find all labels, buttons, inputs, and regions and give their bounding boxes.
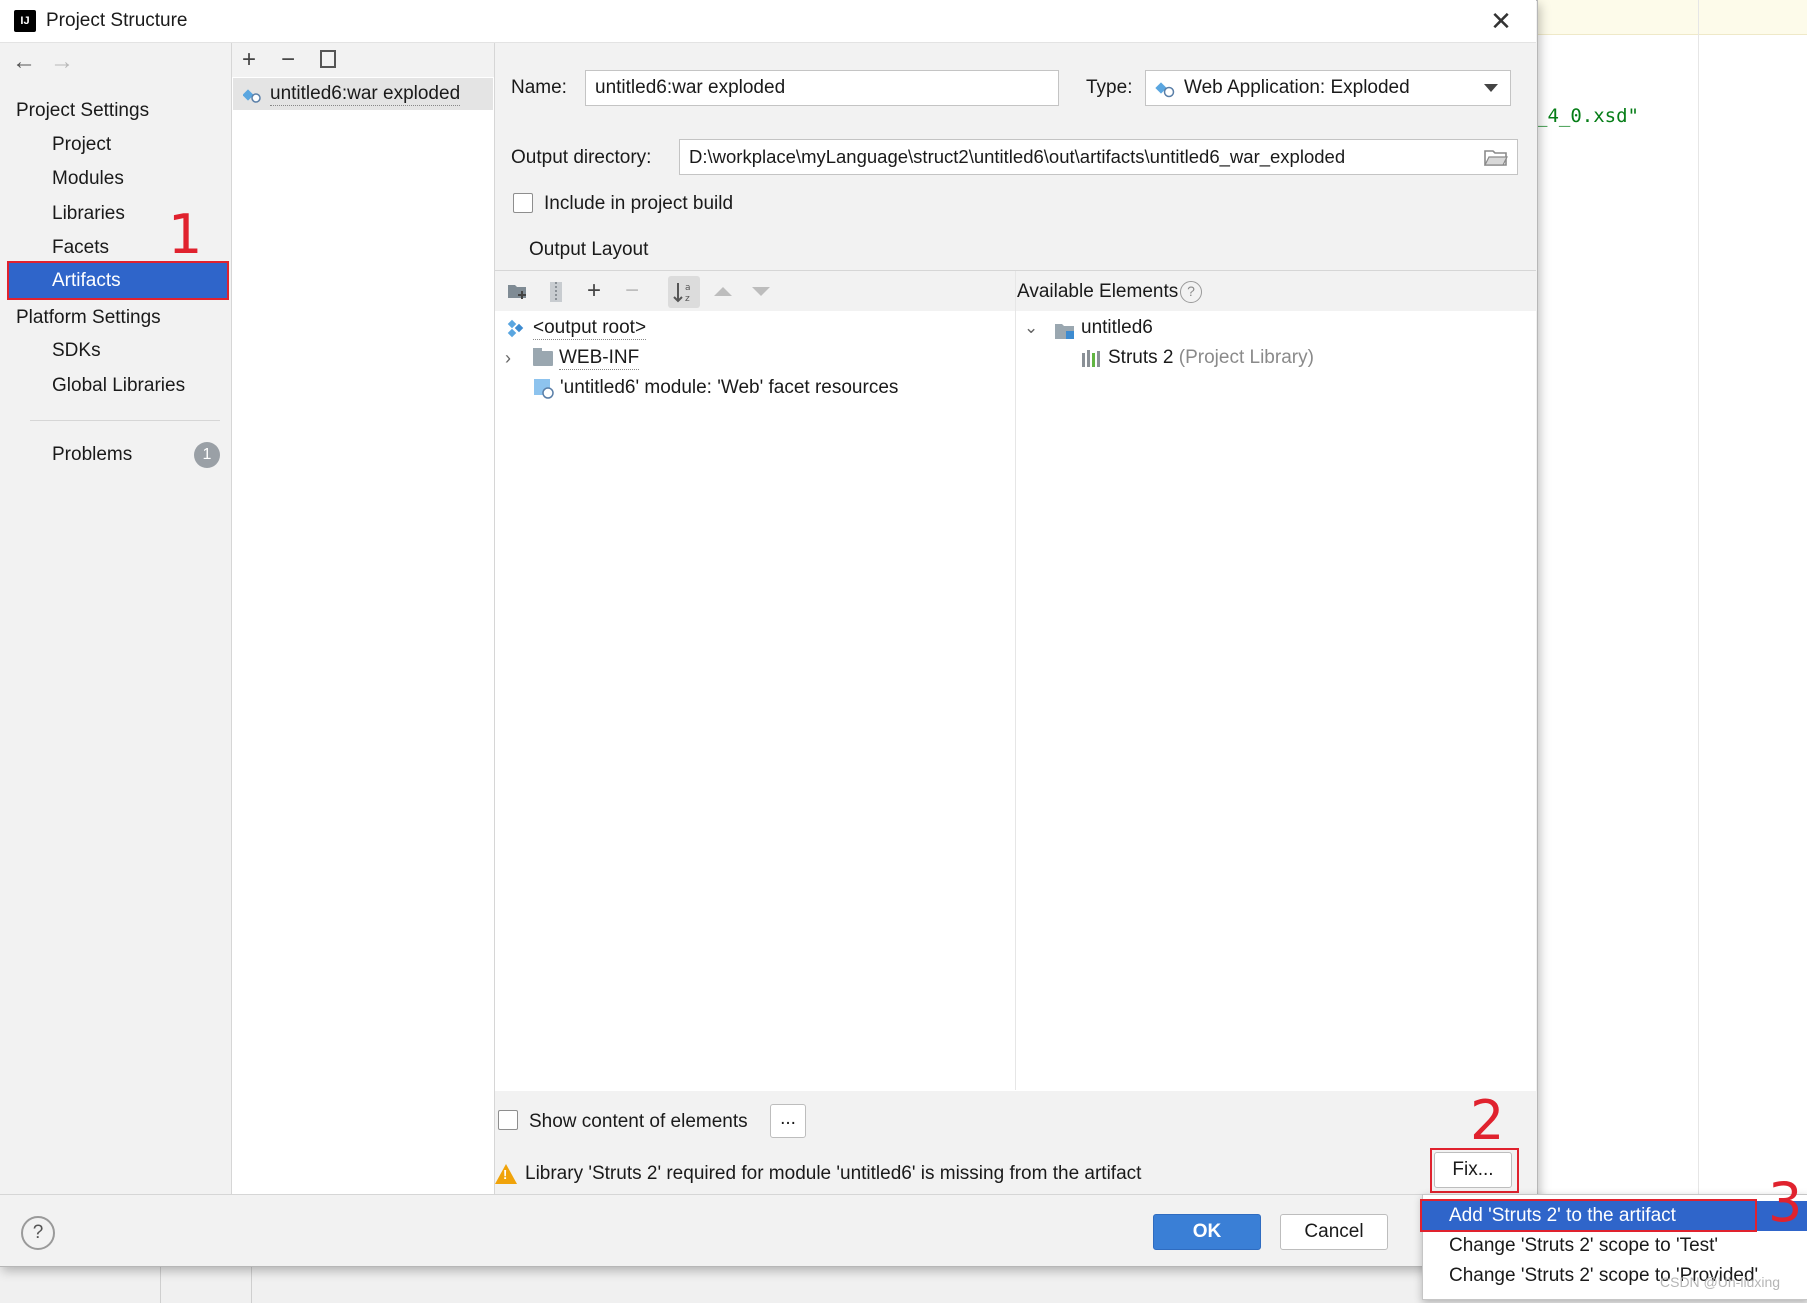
- annotation-number-1: 1: [168, 203, 203, 266]
- nav-divider: [30, 420, 220, 421]
- web-facet-icon: [533, 377, 555, 399]
- copy-icon[interactable]: [320, 50, 336, 68]
- nav-item-modules[interactable]: Modules: [52, 168, 124, 190]
- include-in-build-label: Include in project build: [544, 193, 734, 214]
- menu-item-scope-test[interactable]: Change 'Struts 2' scope to 'Test': [1449, 1235, 1718, 1257]
- platform-settings-header: Platform Settings: [16, 307, 161, 328]
- annotation-box-2: [1430, 1148, 1519, 1193]
- move-down-icon[interactable]: [752, 287, 770, 296]
- forward-arrow-icon[interactable]: →: [50, 48, 74, 75]
- library-suffix: (Project Library): [1178, 347, 1314, 368]
- nav-item-global-libraries[interactable]: Global Libraries: [52, 375, 185, 397]
- tree-item-output-root[interactable]: <output root>: [533, 317, 647, 340]
- output-root-icon: [505, 319, 525, 339]
- watermark: CSDN @Uh-liuxing: [1660, 1274, 1781, 1290]
- tree-item-web-inf[interactable]: WEB-INF: [559, 347, 640, 370]
- output-directory-field[interactable]: D:\workplace\myLanguage\struct2\untitled…: [679, 139, 1518, 175]
- layout-splitter[interactable]: [1015, 271, 1016, 1090]
- title-bar: [0, 0, 1536, 43]
- available-module[interactable]: untitled6: [1081, 317, 1153, 339]
- ok-button[interactable]: OK: [1153, 1214, 1261, 1250]
- nav-item-sdks[interactable]: SDKs: [52, 340, 101, 362]
- chevron-right-icon[interactable]: ›: [505, 348, 511, 369]
- warning-icon: !: [495, 1164, 517, 1184]
- add-icon[interactable]: +: [242, 48, 256, 72]
- intellij-app-icon: IJ: [11, 7, 39, 35]
- include-in-build-checkbox[interactable]: [513, 193, 533, 213]
- help-button[interactable]: ?: [21, 1216, 55, 1250]
- tab-output-layout[interactable]: Output Layout: [529, 239, 648, 261]
- nav-item-project[interactable]: Project: [52, 134, 111, 156]
- type-label: Type:: [1086, 77, 1133, 98]
- war-exploded-icon: [242, 86, 261, 104]
- chevron-down-icon[interactable]: [1484, 84, 1498, 92]
- tree-item-web-facet-resources[interactable]: 'untitled6' module: 'Web' facet resource…: [560, 377, 898, 399]
- background-editor: [1536, 0, 1807, 1302]
- help-question-icon[interactable]: ?: [1180, 281, 1202, 303]
- artifacts-list: [232, 43, 495, 1194]
- warning-message: Library 'Struts 2' required for module '…: [525, 1163, 1142, 1184]
- window-title: Project Structure: [46, 10, 188, 31]
- archive-icon[interactable]: [548, 281, 564, 303]
- background-code-snippet: _4_0.xsd": [1536, 105, 1639, 127]
- add-element-icon[interactable]: +: [587, 279, 601, 303]
- back-arrow-icon[interactable]: ←: [12, 48, 36, 75]
- folder-icon: [533, 348, 553, 368]
- artifacts-toolbar: [232, 43, 494, 77]
- nav-item-libraries[interactable]: Libraries: [52, 203, 125, 225]
- svg-text:z: z: [685, 294, 690, 304]
- nav-item-facets[interactable]: Facets: [52, 237, 109, 259]
- available-elements-title: Available Elements: [1017, 281, 1179, 302]
- nav-item-artifacts[interactable]: Artifacts: [52, 270, 121, 292]
- output-directory-label: Output directory:: [511, 147, 652, 168]
- module-folder-icon: [1054, 321, 1076, 341]
- name-label: Name:: [511, 77, 567, 98]
- remove-icon[interactable]: −: [281, 48, 295, 72]
- type-dropdown-value: Web Application: Exploded: [1184, 77, 1410, 98]
- annotation-number-3: 3: [1768, 1171, 1803, 1234]
- name-field[interactable]: untitled6:war exploded: [585, 70, 1059, 106]
- remove-element-icon[interactable]: −: [625, 279, 639, 303]
- menu-item-add-to-artifact[interactable]: Add 'Struts 2' to the artifact: [1449, 1205, 1676, 1227]
- show-content-checkbox[interactable]: [498, 1110, 518, 1130]
- web-app-icon: [1155, 79, 1175, 99]
- nav-history: ← →: [12, 48, 74, 76]
- problems-count-badge: 1: [194, 442, 220, 468]
- library-icon: [1081, 349, 1103, 367]
- browse-folder-icon[interactable]: [1484, 147, 1508, 167]
- sort-icon[interactable]: az: [668, 276, 700, 308]
- show-content-label: Show content of elements: [529, 1111, 748, 1132]
- chevron-down-icon[interactable]: ⌄: [1024, 318, 1038, 338]
- type-dropdown[interactable]: Web Application: Exploded: [1145, 70, 1511, 106]
- library-name: Struts 2: [1108, 347, 1174, 368]
- svg-text:a: a: [685, 283, 691, 293]
- show-content-options-button[interactable]: ...: [770, 1104, 806, 1138]
- new-directory-icon[interactable]: [507, 281, 529, 301]
- annotation-number-2: 2: [1470, 1089, 1505, 1152]
- nav-item-problems[interactable]: Problems: [52, 444, 132, 466]
- project-settings-header: Project Settings: [16, 100, 150, 121]
- move-up-icon[interactable]: [714, 287, 732, 296]
- close-icon[interactable]: ✕: [1486, 6, 1516, 36]
- artifact-item-label: untitled6:war exploded: [270, 83, 461, 106]
- available-library[interactable]: Struts 2 (Project Library): [1108, 347, 1314, 369]
- cancel-button[interactable]: Cancel: [1280, 1214, 1388, 1250]
